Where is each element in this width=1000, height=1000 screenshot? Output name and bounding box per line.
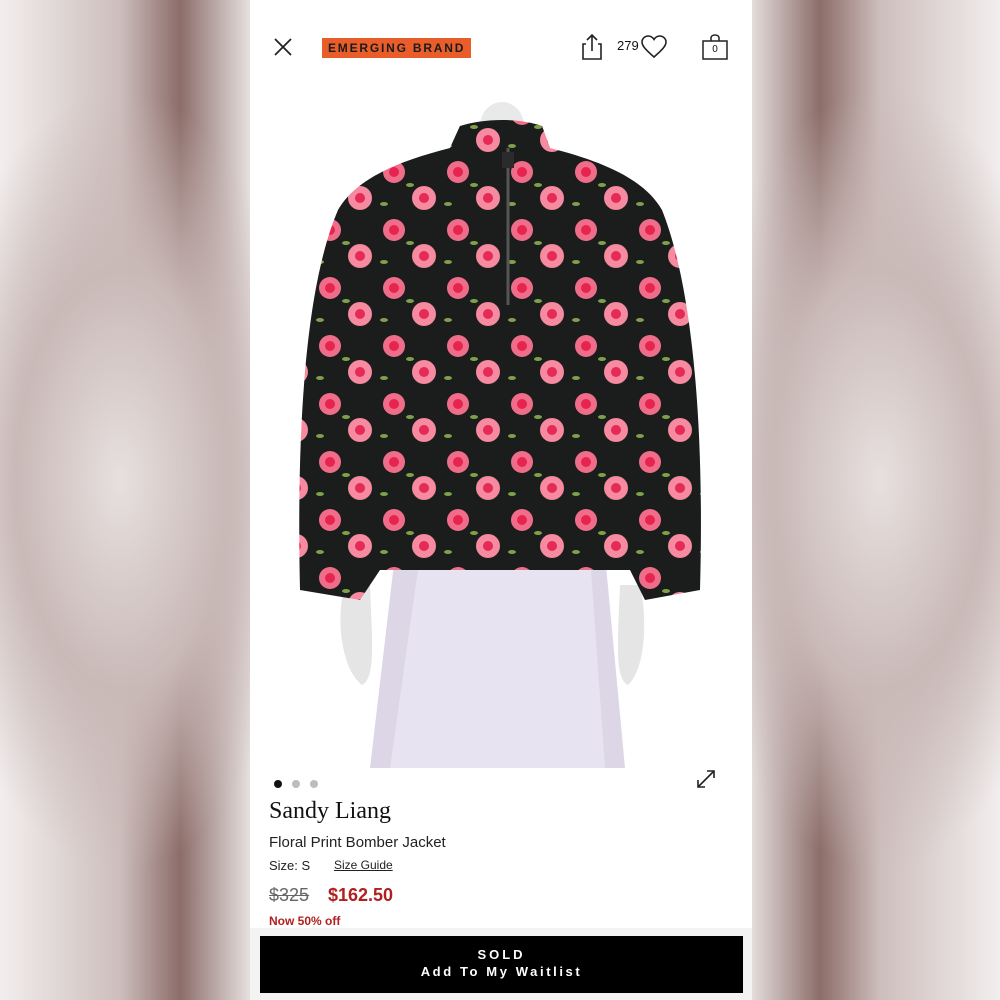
carousel-dots: [274, 780, 318, 788]
expand-image-button[interactable]: [693, 766, 719, 792]
waitlist-label: Add To My Waitlist: [420, 964, 583, 979]
close-button[interactable]: [270, 34, 296, 60]
expand-icon: [697, 770, 715, 788]
app-screen: EMERGING BRAND 279 0 Sandy Liang Floral …: [250, 0, 752, 1000]
favorite-button[interactable]: [640, 34, 668, 60]
size-guide-link[interactable]: Size Guide: [334, 858, 393, 872]
product-image[interactable]: [250, 100, 752, 768]
carousel-dot[interactable]: [292, 780, 300, 788]
carousel-dot[interactable]: [310, 780, 318, 788]
sale-price: $162.50: [328, 885, 394, 905]
original-price: $325: [269, 885, 310, 905]
likes-count: 279: [617, 38, 639, 53]
sold-status: SOLD: [477, 947, 526, 962]
emerging-brand-badge: EMERGING BRAND: [322, 38, 472, 58]
product-title: Floral Print Bomber Jacket: [269, 834, 446, 851]
share-icon: [582, 33, 602, 60]
designer-name[interactable]: Sandy Liang: [269, 798, 391, 825]
heart-icon: [641, 35, 667, 59]
close-icon: [274, 38, 292, 56]
discount-label: Now 50% off: [269, 914, 341, 928]
shopping-bag-button[interactable]: 0: [701, 33, 729, 61]
carousel-dot[interactable]: [274, 780, 282, 788]
size-label: Size: S: [269, 858, 311, 873]
top-bar: EMERGING BRAND 279 0: [250, 26, 752, 70]
jacket-illustration: [299, 102, 701, 768]
share-button[interactable]: [580, 32, 604, 62]
bag-count: 0: [712, 44, 718, 55]
add-to-waitlist-button[interactable]: SOLD Add To My Waitlist: [260, 936, 743, 993]
